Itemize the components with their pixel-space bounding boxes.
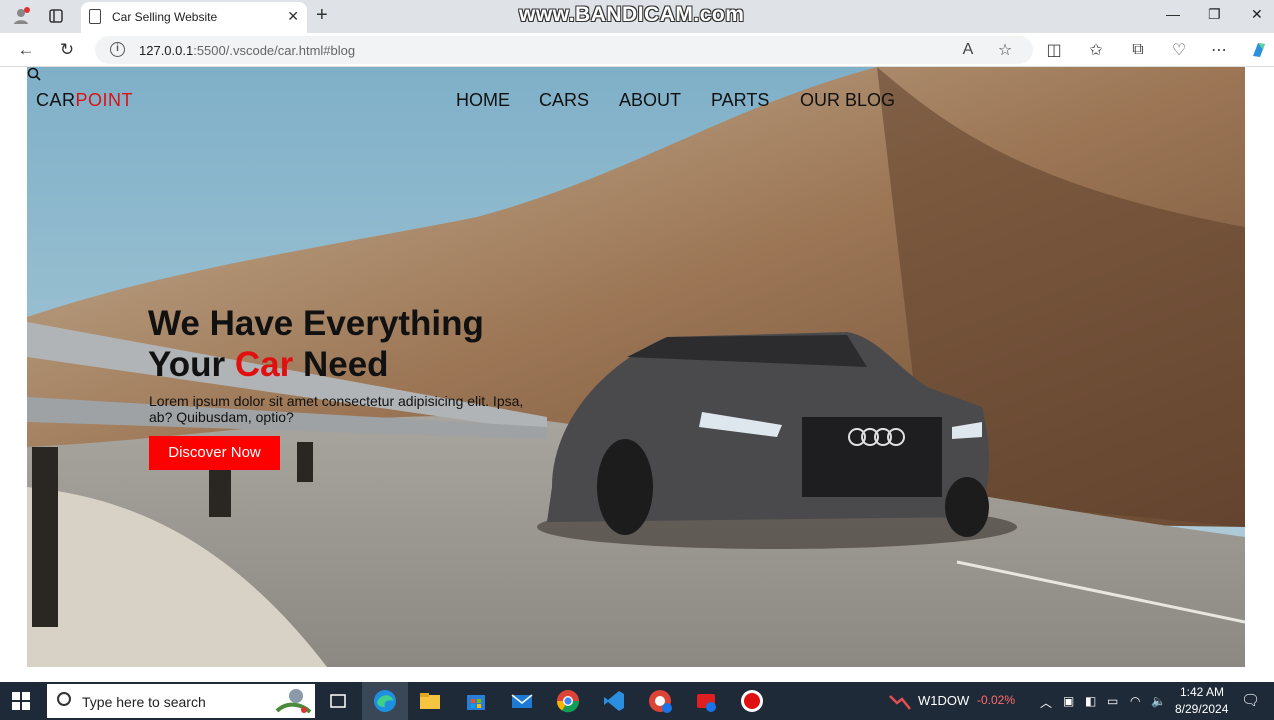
file-explorer-icon[interactable] xyxy=(416,687,444,715)
back-icon[interactable]: ← xyxy=(15,39,37,61)
url-text[interactable]: 127.0.0.1:5500/.vscode/car.html#blog xyxy=(139,43,355,58)
restore-icon[interactable]: ❐ xyxy=(1208,6,1221,23)
volume-icon[interactable]: 🔈 xyxy=(1151,694,1166,708)
vscode-icon[interactable] xyxy=(600,687,628,715)
nav-parts[interactable]: PARTS xyxy=(711,90,769,111)
show-hidden-icons-icon[interactable]: ︿ xyxy=(1040,694,1052,711)
hero-description: Lorem ipsum dolor sit amet consectetur a… xyxy=(149,393,524,425)
stock-chart-icon xyxy=(889,695,911,710)
close-tab-icon[interactable]: ✕ xyxy=(287,8,299,25)
favorites-icon[interactable]: ✩ xyxy=(1085,39,1107,61)
profile-icon[interactable] xyxy=(10,5,32,27)
search-icon xyxy=(57,692,71,706)
windows-taskbar: Type here to search W1DOW -0.02% ︿ ▣ ◧ ▭ xyxy=(0,682,1274,720)
active-tab[interactable]: Car Selling Website ✕ xyxy=(81,2,307,33)
minimize-icon[interactable]: — xyxy=(1166,6,1180,22)
close-window-icon[interactable]: ✕ xyxy=(1251,6,1263,23)
page-viewport: CARPOINT HOME CARS ABOUT PARTS OUR BLOG … xyxy=(0,67,1274,682)
wifi-icon[interactable]: ◠ xyxy=(1130,694,1140,708)
refresh-icon[interactable]: ↻ xyxy=(56,39,78,61)
search-highlight-icon xyxy=(275,689,312,714)
windows-start-icon[interactable] xyxy=(12,692,30,710)
new-tab-icon[interactable]: + xyxy=(316,4,328,27)
hero-section: CARPOINT HOME CARS ABOUT PARTS OUR BLOG … xyxy=(27,67,1245,667)
copilot-icon[interactable] xyxy=(1248,39,1270,61)
chrome-profile-icon[interactable] xyxy=(646,687,674,715)
browser-tab-bar: Car Selling Website ✕ + www.BANDICAM.com… xyxy=(0,0,1274,33)
favorite-star-icon[interactable]: ☆ xyxy=(994,39,1016,61)
bandicam-record-icon[interactable] xyxy=(738,687,766,715)
tab-title: Car Selling Website xyxy=(112,10,218,24)
meet-now-icon[interactable]: ▣ xyxy=(1063,694,1074,708)
mail-icon[interactable] xyxy=(508,687,536,715)
edge-icon[interactable] xyxy=(371,687,399,715)
read-aloud-icon[interactable]: A xyxy=(957,39,979,61)
recorder-watermark: www.BANDICAM.com xyxy=(519,3,745,26)
device-icon[interactable]: ◧ xyxy=(1085,694,1096,708)
browser-essentials-icon[interactable]: ♡ xyxy=(1168,39,1190,61)
ticker-change: -0.02% xyxy=(977,693,1016,707)
info-icon[interactable]: i xyxy=(110,42,125,57)
site-logo[interactable]: CARPOINT xyxy=(36,90,133,111)
address-bar-row: ← ↻ i 127.0.0.1:5500/.vscode/car.html#bl… xyxy=(0,33,1274,67)
ticker-symbol[interactable]: W1DOW xyxy=(918,693,969,708)
chrome-icon[interactable] xyxy=(554,687,582,715)
more-menu-icon[interactable]: ⋯ xyxy=(1208,39,1230,61)
nav-about[interactable]: ABOUT xyxy=(619,90,681,111)
clock-time[interactable]: 1:42 AM xyxy=(1180,685,1224,699)
nav-our-blog[interactable]: OUR BLOG xyxy=(800,90,895,111)
nav-home[interactable]: HOME xyxy=(456,90,510,111)
discover-now-button[interactable]: Discover Now xyxy=(149,436,280,470)
notifications-icon[interactable]: 🗨 xyxy=(1241,691,1260,709)
url-field[interactable]: i 127.0.0.1:5500/.vscode/car.html#blog A… xyxy=(95,36,1033,64)
taskbar-search-box[interactable]: Type here to search xyxy=(47,684,315,718)
split-screen-icon[interactable]: ◫ xyxy=(1043,39,1065,61)
page-icon xyxy=(89,9,101,24)
app-red-icon[interactable] xyxy=(692,687,720,715)
hero-headline: We Have Everything Your Car Need xyxy=(148,304,484,384)
task-view-icon[interactable] xyxy=(324,687,352,715)
store-icon[interactable] xyxy=(462,687,490,715)
collections-icon[interactable]: ⧉ xyxy=(1127,39,1149,61)
clock-date[interactable]: 8/29/2024 xyxy=(1175,702,1228,716)
battery-icon[interactable]: ▭ xyxy=(1107,694,1118,708)
search-icon[interactable] xyxy=(27,67,41,81)
nav-cars[interactable]: CARS xyxy=(539,90,589,111)
tab-actions-icon[interactable] xyxy=(45,5,67,27)
